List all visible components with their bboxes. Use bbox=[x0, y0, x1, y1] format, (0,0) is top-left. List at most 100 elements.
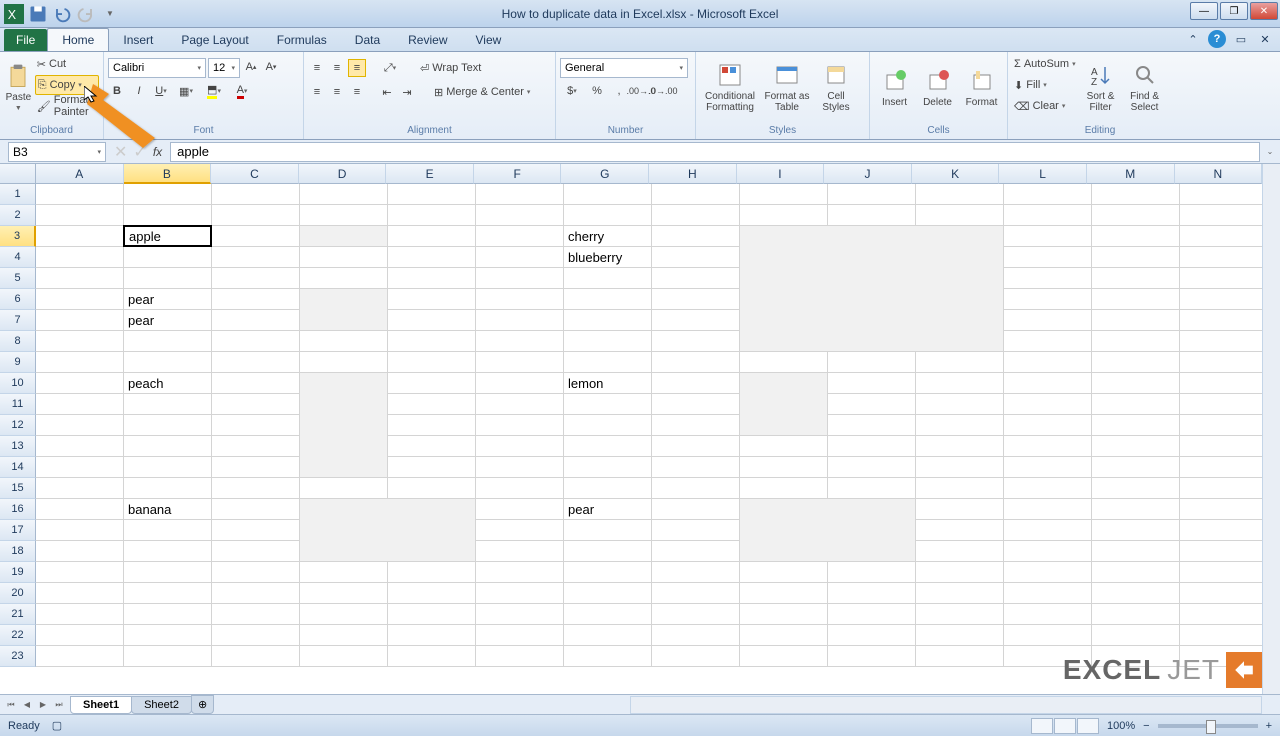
cell[interactable] bbox=[564, 520, 652, 541]
cell[interactable] bbox=[1004, 184, 1092, 205]
name-box[interactable]: B3▾ bbox=[8, 142, 106, 162]
sheet-nav-prev[interactable]: ◀ bbox=[20, 698, 34, 712]
shaded-range[interactable] bbox=[300, 226, 388, 247]
cell[interactable] bbox=[740, 352, 828, 373]
delete-cells-button[interactable]: Delete bbox=[917, 54, 958, 120]
cell[interactable] bbox=[1092, 478, 1180, 499]
row-header-21[interactable]: 21 bbox=[0, 604, 36, 625]
cell[interactable] bbox=[1180, 184, 1268, 205]
cell[interactable] bbox=[652, 226, 740, 247]
cell[interactable] bbox=[476, 268, 564, 289]
cell[interactable] bbox=[300, 352, 388, 373]
sheet-nav-next[interactable]: ▶ bbox=[36, 698, 50, 712]
cell-G4[interactable]: blueberry bbox=[564, 247, 652, 268]
cell[interactable] bbox=[1092, 583, 1180, 604]
row-header-15[interactable]: 15 bbox=[0, 478, 36, 499]
cell[interactable] bbox=[36, 625, 124, 646]
increase-decimal-button[interactable]: .00→.0 bbox=[632, 82, 650, 100]
cell[interactable] bbox=[1004, 289, 1092, 310]
cell[interactable] bbox=[652, 541, 740, 562]
row-header-7[interactable]: 7 bbox=[0, 310, 36, 331]
cell[interactable] bbox=[564, 583, 652, 604]
paste-button[interactable]: Paste ▼ bbox=[4, 54, 33, 120]
cell[interactable] bbox=[212, 520, 300, 541]
tab-insert[interactable]: Insert bbox=[109, 29, 167, 51]
cell[interactable] bbox=[564, 457, 652, 478]
shaded-range[interactable] bbox=[300, 289, 388, 331]
cell[interactable] bbox=[36, 352, 124, 373]
column-header-I[interactable]: I bbox=[737, 164, 825, 184]
vertical-scrollbar[interactable] bbox=[1262, 164, 1280, 694]
cell[interactable] bbox=[564, 268, 652, 289]
cell[interactable] bbox=[124, 331, 212, 352]
cell[interactable] bbox=[388, 478, 476, 499]
decrease-indent-button[interactable]: ⇤ bbox=[378, 83, 396, 101]
cell[interactable] bbox=[652, 394, 740, 415]
format-as-table-button[interactable]: Format as Table bbox=[762, 54, 812, 120]
cell[interactable] bbox=[1092, 625, 1180, 646]
cell[interactable] bbox=[740, 583, 828, 604]
cell[interactable] bbox=[828, 436, 916, 457]
cell[interactable] bbox=[36, 373, 124, 394]
row-header-3[interactable]: 3 bbox=[0, 226, 36, 247]
cell[interactable] bbox=[476, 373, 564, 394]
column-header-N[interactable]: N bbox=[1175, 164, 1263, 184]
cell[interactable] bbox=[476, 625, 564, 646]
cell[interactable] bbox=[1004, 247, 1092, 268]
cell[interactable] bbox=[1004, 205, 1092, 226]
row-header-17[interactable]: 17 bbox=[0, 520, 36, 541]
cell[interactable] bbox=[1180, 478, 1268, 499]
cell[interactable] bbox=[1180, 373, 1268, 394]
cell[interactable] bbox=[652, 352, 740, 373]
grow-font-button[interactable]: A▴ bbox=[242, 58, 260, 76]
cell[interactable] bbox=[212, 541, 300, 562]
tab-review[interactable]: Review bbox=[394, 29, 461, 51]
cell[interactable] bbox=[564, 184, 652, 205]
clear-button[interactable]: ⌫Clear▾ bbox=[1012, 96, 1078, 116]
row-header-5[interactable]: 5 bbox=[0, 268, 36, 289]
cell[interactable] bbox=[916, 499, 1004, 520]
cell[interactable] bbox=[652, 331, 740, 352]
cell[interactable] bbox=[916, 373, 1004, 394]
cell[interactable] bbox=[476, 478, 564, 499]
cell[interactable] bbox=[1092, 268, 1180, 289]
cell[interactable] bbox=[476, 289, 564, 310]
new-sheet-button[interactable]: ⊕ bbox=[191, 695, 214, 714]
cell[interactable] bbox=[476, 646, 564, 667]
cell[interactable] bbox=[1180, 394, 1268, 415]
cell[interactable] bbox=[1180, 541, 1268, 562]
cell[interactable] bbox=[564, 478, 652, 499]
cell[interactable] bbox=[476, 457, 564, 478]
macro-record-icon[interactable]: ▢ bbox=[52, 719, 62, 732]
cell[interactable] bbox=[36, 646, 124, 667]
cell[interactable] bbox=[36, 520, 124, 541]
row-header-20[interactable]: 20 bbox=[0, 583, 36, 604]
maximize-button[interactable]: ❐ bbox=[1220, 2, 1248, 20]
tab-file[interactable]: File bbox=[4, 29, 47, 51]
cell[interactable] bbox=[564, 331, 652, 352]
cell[interactable] bbox=[916, 205, 1004, 226]
column-header-D[interactable]: D bbox=[299, 164, 387, 184]
cell[interactable] bbox=[1092, 520, 1180, 541]
cell[interactable] bbox=[916, 562, 1004, 583]
cell[interactable] bbox=[1180, 289, 1268, 310]
cell[interactable] bbox=[652, 520, 740, 541]
shaded-range[interactable] bbox=[740, 226, 1004, 352]
sheet-tab-2[interactable]: Sheet2 bbox=[131, 696, 192, 714]
autosum-button[interactable]: ΣAutoSum▾ bbox=[1012, 54, 1078, 74]
align-right-button[interactable]: ≡ bbox=[348, 83, 366, 101]
align-middle-button[interactable]: ≡ bbox=[328, 59, 346, 77]
redo-icon[interactable] bbox=[76, 4, 96, 24]
cell[interactable] bbox=[1004, 499, 1092, 520]
cell[interactable] bbox=[652, 415, 740, 436]
cell[interactable] bbox=[916, 436, 1004, 457]
cell[interactable] bbox=[916, 583, 1004, 604]
cell[interactable] bbox=[476, 184, 564, 205]
sheet-tab-1[interactable]: Sheet1 bbox=[70, 696, 132, 714]
cell[interactable] bbox=[36, 394, 124, 415]
row-header-23[interactable]: 23 bbox=[0, 646, 36, 667]
cell[interactable] bbox=[916, 352, 1004, 373]
cell[interactable] bbox=[1180, 625, 1268, 646]
cell[interactable] bbox=[828, 562, 916, 583]
cell[interactable] bbox=[212, 625, 300, 646]
